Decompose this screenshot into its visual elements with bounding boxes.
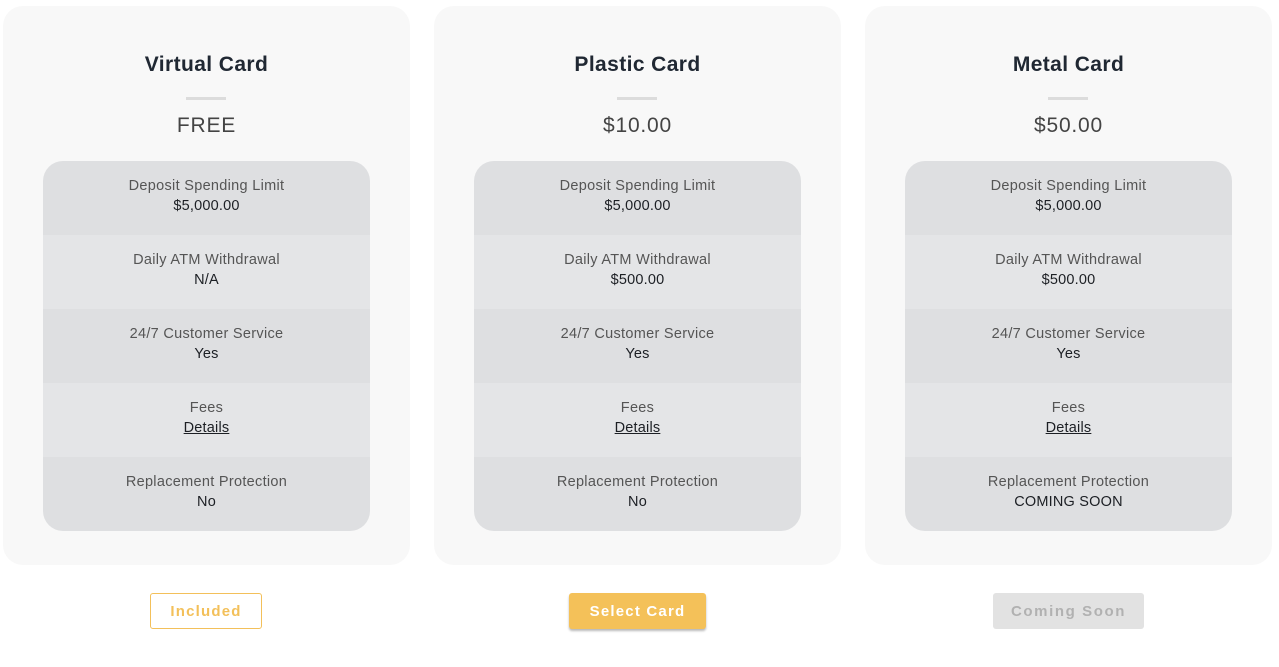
feature-fees: Fees Details xyxy=(43,383,370,457)
feature-label: Fees xyxy=(189,400,224,416)
feature-daily-atm-withdrawal: Daily ATM Withdrawal $500.00 xyxy=(905,235,1232,309)
feature-list: Deposit Spending Limit $5,000.00 Daily A… xyxy=(905,161,1232,531)
feature-list: Deposit Spending Limit $5,000.00 Daily A… xyxy=(43,161,370,531)
plan-price: $10.00 xyxy=(602,114,673,137)
plan-price: $50.00 xyxy=(1033,114,1104,137)
feature-deposit-spending-limit: Deposit Spending Limit $5,000.00 xyxy=(474,161,801,235)
feature-label: Fees xyxy=(620,400,655,416)
feature-label: Daily ATM Withdrawal xyxy=(564,252,711,268)
plan-title: Metal Card xyxy=(1012,53,1125,76)
card-plans: Virtual Card FREE Deposit Spending Limit… xyxy=(0,0,1279,667)
feature-customer-service: 24/7 Customer Service Yes xyxy=(905,309,1232,383)
feature-label: Replacement Protection xyxy=(125,474,288,490)
feature-replacement-protection: Replacement Protection No xyxy=(43,457,370,531)
plan-card-panel: Virtual Card FREE Deposit Spending Limit… xyxy=(3,6,410,565)
plan-card-panel: Metal Card $50.00 Deposit Spending Limit… xyxy=(865,6,1272,565)
select-card-button[interactable]: Select Card xyxy=(569,593,706,629)
fees-details-link[interactable]: Details xyxy=(905,417,1232,439)
plan-price: FREE xyxy=(176,114,237,137)
feature-label: Deposit Spending Limit xyxy=(559,178,716,194)
feature-value: Yes xyxy=(194,346,219,362)
feature-value: $500.00 xyxy=(610,272,665,288)
feature-value: Yes xyxy=(625,346,650,362)
feature-value: $5,000.00 xyxy=(604,198,671,214)
feature-label: Deposit Spending Limit xyxy=(990,178,1147,194)
plan-card-panel: Plastic Card $10.00 Deposit Spending Lim… xyxy=(434,6,841,565)
feature-label: Replacement Protection xyxy=(987,474,1150,490)
feature-value: COMING SOON xyxy=(1014,494,1123,510)
feature-customer-service: 24/7 Customer Service Yes xyxy=(43,309,370,383)
feature-value: N/A xyxy=(194,272,219,288)
fees-details-link[interactable]: Details xyxy=(474,417,801,439)
feature-daily-atm-withdrawal: Daily ATM Withdrawal N/A xyxy=(43,235,370,309)
included-button[interactable]: Included xyxy=(150,593,262,629)
title-divider xyxy=(186,97,226,100)
feature-fees: Fees Details xyxy=(474,383,801,457)
feature-replacement-protection: Replacement Protection No xyxy=(474,457,801,531)
feature-label: Daily ATM Withdrawal xyxy=(133,252,280,268)
feature-value: $5,000.00 xyxy=(173,198,240,214)
feature-value: No xyxy=(628,494,647,510)
feature-deposit-spending-limit: Deposit Spending Limit $5,000.00 xyxy=(905,161,1232,235)
feature-daily-atm-withdrawal: Daily ATM Withdrawal $500.00 xyxy=(474,235,801,309)
feature-fees: Fees Details xyxy=(905,383,1232,457)
feature-value: $500.00 xyxy=(1041,272,1096,288)
title-divider xyxy=(617,97,657,100)
feature-label: 24/7 Customer Service xyxy=(129,326,284,342)
title-divider xyxy=(1048,97,1088,100)
feature-customer-service: 24/7 Customer Service Yes xyxy=(474,309,801,383)
plan-title: Plastic Card xyxy=(574,53,701,76)
feature-label: Daily ATM Withdrawal xyxy=(995,252,1142,268)
feature-label: Fees xyxy=(1051,400,1086,416)
feature-value: $5,000.00 xyxy=(1035,198,1102,214)
feature-value: No xyxy=(197,494,216,510)
plan-title: Virtual Card xyxy=(144,53,269,76)
feature-label: Deposit Spending Limit xyxy=(128,178,285,194)
feature-value: Yes xyxy=(1056,346,1081,362)
feature-list: Deposit Spending Limit $5,000.00 Daily A… xyxy=(474,161,801,531)
feature-label: 24/7 Customer Service xyxy=(560,326,715,342)
feature-label: 24/7 Customer Service xyxy=(991,326,1146,342)
coming-soon-button[interactable]: Coming Soon xyxy=(993,593,1144,629)
feature-label: Replacement Protection xyxy=(556,474,719,490)
fees-details-link[interactable]: Details xyxy=(43,417,370,439)
feature-deposit-spending-limit: Deposit Spending Limit $5,000.00 xyxy=(43,161,370,235)
feature-replacement-protection: Replacement Protection COMING SOON xyxy=(905,457,1232,531)
